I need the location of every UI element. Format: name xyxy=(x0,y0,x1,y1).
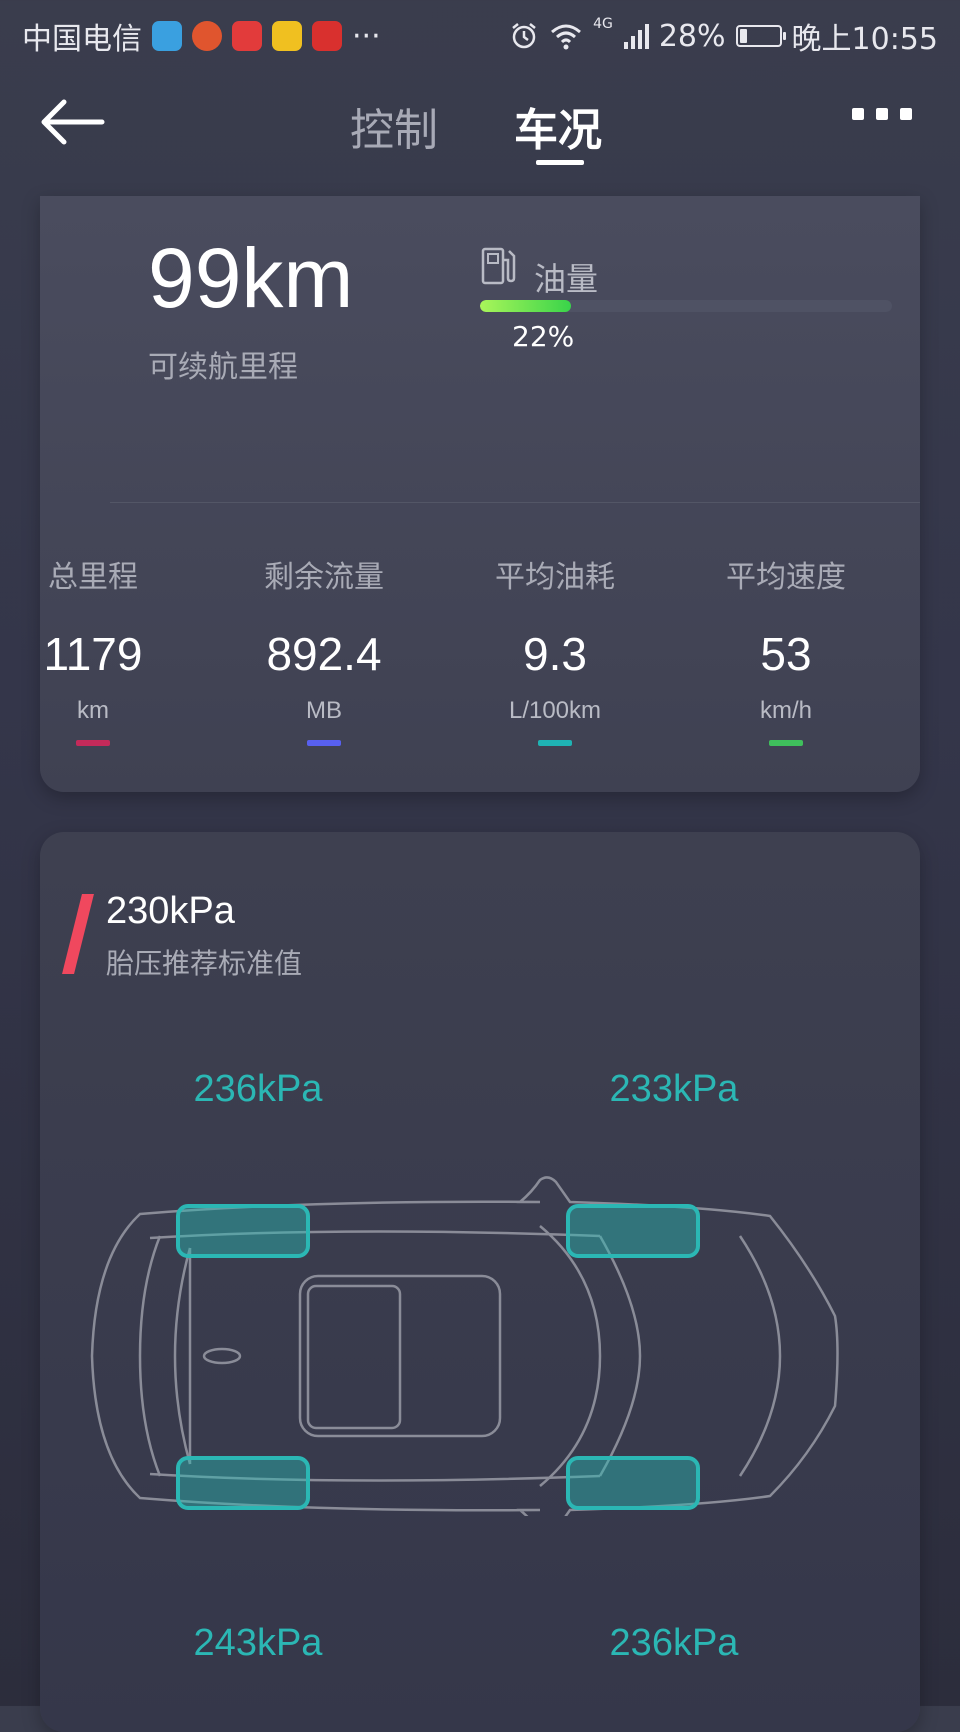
stat-label: 总里程 xyxy=(48,560,138,595)
clock: 晚上10:55 xyxy=(791,22,938,57)
more-options-button[interactable] xyxy=(852,108,912,120)
fuel-pump-icon xyxy=(481,247,516,285)
more-dot-icon xyxy=(852,108,864,120)
status-bar: 中国电信 ··· 4G 28% 晚上10:55 xyxy=(0,0,960,66)
stat-value: 9.3 xyxy=(523,628,587,680)
stat-value: 1179 xyxy=(43,628,143,680)
more-notifications: ··· xyxy=(352,18,381,54)
stat-color-bar xyxy=(76,740,110,746)
battery-percent: 28% xyxy=(658,18,726,54)
active-tab-indicator xyxy=(536,160,584,165)
tire-rear-left-icon xyxy=(176,1456,310,1510)
tire-front-left-icon xyxy=(176,1204,310,1258)
range-label: 可续航里程 xyxy=(148,350,298,385)
signal-icon xyxy=(623,24,649,49)
mail-app-icon xyxy=(312,21,342,51)
tire-pressure-front-right: 233kPa xyxy=(609,1068,739,1110)
more-dot-icon xyxy=(900,108,912,120)
stat-unit: MB xyxy=(306,697,342,724)
fuel-label: 油量 xyxy=(534,260,599,298)
fuel-level-bar xyxy=(480,300,892,312)
network-type: 4G xyxy=(593,16,613,32)
wifi-icon xyxy=(551,24,582,50)
tire-front-right-icon xyxy=(566,1204,700,1258)
tire-pressure-rear-right: 236kPa xyxy=(609,1622,739,1664)
battery-fill xyxy=(739,29,748,43)
tires xyxy=(176,1204,700,1510)
standard-pressure-value: 230kPa xyxy=(106,890,235,932)
tire-pressure-front-left: 236kPa xyxy=(193,1068,323,1110)
stat-avg-fuel-consumption: 平均油耗 9.3 L/100km xyxy=(465,558,645,746)
stat-color-bar xyxy=(769,740,803,746)
stat-avg-speed: 平均速度 53 km/h xyxy=(696,558,876,746)
more-dot-icon xyxy=(876,108,888,120)
standard-indicator-flag xyxy=(62,894,94,974)
browser-app-icon xyxy=(192,21,222,51)
standard-pressure-label: 胎压推荐标准值 xyxy=(106,947,303,980)
tire-pressure-card: 230kPa 胎压推荐标准值 236kPa 233kPa 243kPa 236k… xyxy=(40,832,920,1732)
fuel-level-fill xyxy=(480,300,571,312)
tab-control[interactable]: 控制 xyxy=(350,94,438,158)
tire-rear-right-icon xyxy=(566,1456,700,1510)
stat-color-bar xyxy=(538,740,572,746)
stat-remaining-data: 剩余流量 892.4 MB xyxy=(234,558,414,746)
stat-total-mileage: 总里程 1179 km xyxy=(3,558,183,746)
news-app-icon xyxy=(232,21,262,51)
stat-label: 平均油耗 xyxy=(495,560,615,595)
security-app-icon xyxy=(152,21,182,51)
tire-pressure-rear-left: 243kPa xyxy=(193,1622,323,1664)
nav-bar: 控制 车况 xyxy=(0,70,960,180)
stat-label: 剩余流量 xyxy=(264,560,384,595)
stat-value: 892.4 xyxy=(266,628,382,680)
stat-color-bar xyxy=(307,740,341,746)
range-value: 99km xyxy=(148,231,354,325)
vehicle-summary-card: 99km 可续航里程 油量 22% 总里程 1179 km 剩余流量 892.4… xyxy=(40,196,920,792)
tab-vehicle-status[interactable]: 车况 xyxy=(514,94,602,158)
carrier-name: 中国电信 xyxy=(22,22,142,57)
alarm-icon xyxy=(512,23,536,49)
arrow-left-icon xyxy=(41,99,105,145)
map-app-icon xyxy=(272,21,302,51)
divider xyxy=(110,502,920,503)
back-button[interactable] xyxy=(36,92,108,152)
stat-value: 53 xyxy=(760,628,812,680)
car-top-view-diagram xyxy=(90,1176,839,1516)
stat-label: 平均速度 xyxy=(726,560,846,595)
stat-unit: km/h xyxy=(759,697,812,724)
status-bar-right: 4G 28% 晚上10:55 xyxy=(509,14,938,58)
fuel-percent: 22% xyxy=(512,320,575,353)
battery-icon xyxy=(735,25,786,47)
stat-unit: L/100km xyxy=(508,697,602,724)
status-bar-left: 中国电信 ··· xyxy=(22,14,381,58)
stat-unit: km xyxy=(77,697,109,724)
